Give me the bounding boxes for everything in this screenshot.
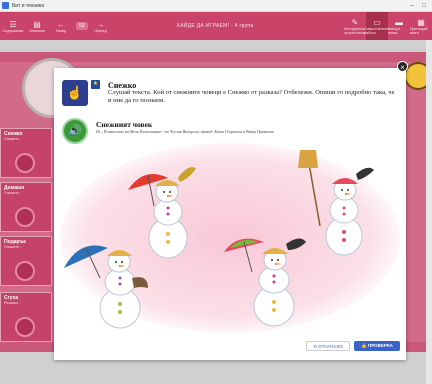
description-label: Описание — [28, 28, 46, 33]
browse-book-button[interactable]: ▦ Прегледай книга — [410, 12, 432, 40]
task-instructions: Слушай текста. Кой от снежните човеци е … — [108, 89, 395, 104]
window-controls: – □ — [410, 3, 426, 9]
sidebar-card-sub: Опишете... — [4, 245, 22, 249]
sidebar-card-sub: Опишете... — [4, 191, 22, 195]
back-label: Назад — [55, 28, 67, 33]
forward-label: Напред — [94, 28, 107, 33]
page-indicator: 53 — [76, 22, 88, 30]
book-icon: ▦ — [417, 17, 425, 27]
self-work-button[interactable]: ▭ Самостоятелна работа — [364, 12, 390, 40]
arrow-left-icon: ← — [57, 19, 65, 29]
sidebar-card-label: Подарък — [4, 239, 26, 245]
sidebar-card-home[interactable]: Домашн Опишете... — [0, 182, 52, 232]
folder-icon: ▬ — [395, 17, 403, 27]
play-circle-icon[interactable] — [15, 207, 35, 227]
teacher-tools-button[interactable]: ✎ Инструменти за учителите — [344, 12, 366, 40]
app-icon — [2, 2, 9, 9]
minimize-icon[interactable]: – — [410, 3, 413, 9]
open-folder-button[interactable]: ▬ Отвори папка — [388, 12, 410, 40]
sidebar-card-label: Снежко — [4, 131, 23, 137]
open-folder-label: Отвори папка — [388, 26, 400, 35]
sidebar-card-sub: Опишете... — [4, 137, 22, 141]
sidebar-card-gift[interactable]: Подарък Опишете... — [0, 236, 52, 286]
page-number[interactable]: 53 — [76, 22, 88, 30]
story-title: Снежният човек — [96, 120, 153, 129]
lesson-title: ХАЙДЕ ДА ИГРАЕМ! · 4 група — [176, 23, 254, 29]
close-button[interactable]: × — [397, 61, 408, 72]
list-icon: ☰ — [9, 19, 17, 29]
maximize-icon[interactable]: □ — [422, 3, 426, 9]
sidebar-card-label: Сгуха — [4, 295, 19, 301]
sidebar-card-label: Домашн — [4, 185, 25, 191]
sidebar-card-sub: Разкажи... — [4, 301, 21, 305]
snowmen-illustration — [60, 143, 400, 333]
toolbar-right: ✎ Инструменти за учителите ▭ Самостоятел… — [344, 12, 432, 40]
back-button[interactable]: ← Назад — [50, 20, 72, 33]
restart-button[interactable]: ⟲ ОТНАЧАЛО — [306, 341, 350, 351]
check-button[interactable]: 👍 ПРОВЕРКА — [354, 341, 400, 351]
self-work-label: Самостоятелна работа — [364, 26, 390, 35]
play-circle-icon[interactable] — [15, 261, 35, 281]
contents-button[interactable]: ☰ Съдържание — [2, 20, 24, 33]
sidebar-card-snezhko[interactable]: Снежко Опишете... — [0, 128, 52, 178]
screen-icon: ▭ — [373, 17, 381, 27]
teacher-tools-label: Инструменти за учителите — [344, 26, 366, 35]
arrow-right-icon: → — [96, 19, 105, 29]
star-badge-icon: ★ — [91, 80, 100, 89]
window-titlebar: Бит и техника – □ — [0, 0, 432, 12]
hand-pointer-icon: ☝ — [62, 80, 88, 106]
description-button[interactable]: ▤ Описание — [26, 20, 48, 33]
document-icon: ▤ — [33, 19, 41, 29]
story-credit: Из „Потеклото на Меча Кленотинка“ от Чес… — [96, 129, 274, 134]
app-toolbar: ☰ Съдържание ▤ Описание ← Назад 53 → Нап… — [0, 12, 432, 40]
play-circle-icon[interactable] — [15, 317, 35, 337]
tools-icon: ✎ — [351, 17, 359, 27]
forward-button[interactable]: → Напред — [90, 20, 112, 33]
sidebar-card-sguha[interactable]: Сгуха Разкажи... — [0, 292, 52, 342]
play-circle-icon[interactable] — [15, 153, 35, 173]
window-title: Бит и техника — [12, 2, 44, 9]
browse-book-label: Прегледай книга — [410, 26, 428, 35]
contents-label: Съдържание — [2, 28, 24, 33]
scrollbar[interactable] — [426, 40, 432, 384]
